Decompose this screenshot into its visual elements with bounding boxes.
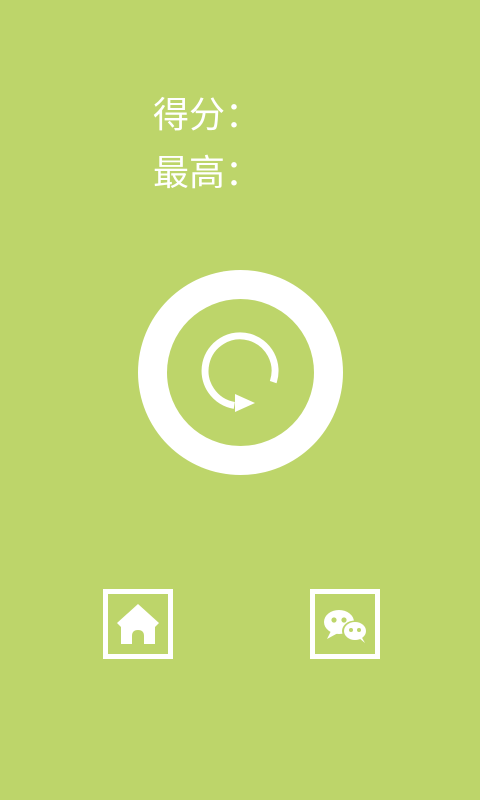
home-icon [117,604,159,644]
restart-icon [201,332,279,412]
score-label: 得分： [153,95,262,136]
best-score-label: 最高： [153,153,262,194]
home-button[interactable] [103,589,173,659]
wechat-icon [324,610,368,643]
restart-button[interactable] [138,270,343,475]
wechat-share-button[interactable] [310,589,380,659]
